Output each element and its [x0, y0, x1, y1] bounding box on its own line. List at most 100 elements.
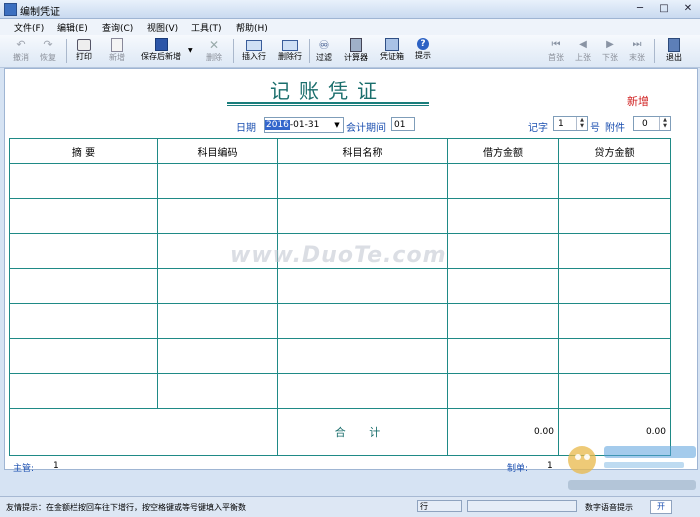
undo-icon: ↶ [16, 38, 26, 51]
account-name-cell[interactable] [277, 198, 448, 234]
new-document-icon [111, 38, 123, 52]
new-button[interactable]: 新增 [99, 37, 135, 65]
voucher-entry-table: 摘 要 科目编码 科目名称 借方金额 贷方金额 合 计 0.00 0.00 [9, 138, 671, 456]
insert-row-button[interactable]: 插入行 [236, 37, 272, 65]
speech-hint-label: 数字语音提示 [585, 503, 633, 512]
summary-cell[interactable] [9, 338, 158, 374]
maximize-button[interactable]: □ [652, 0, 676, 17]
debit-cell[interactable] [447, 268, 559, 304]
summary-cell[interactable] [9, 233, 158, 269]
debit-cell[interactable] [447, 198, 559, 234]
debit-cell[interactable] [447, 233, 559, 269]
binoculars-icon: ♾ [318, 38, 330, 52]
account-name-cell[interactable] [277, 338, 448, 374]
table-row [9, 373, 671, 409]
credit-cell[interactable] [558, 163, 671, 199]
credit-cell[interactable] [558, 233, 671, 269]
date-label: 日期 [236, 123, 256, 134]
account-code-cell[interactable] [157, 198, 278, 234]
site-logo-watermark [568, 446, 696, 490]
column-header-account-code: 科目编码 [157, 138, 278, 164]
summary-cell[interactable] [9, 163, 158, 199]
debit-cell[interactable] [447, 303, 559, 339]
account-name-cell[interactable] [277, 373, 448, 409]
calculator-button[interactable]: 计算器 [338, 37, 374, 65]
credit-cell[interactable] [558, 268, 671, 304]
redo-button[interactable]: ↷ 恢复 [30, 37, 66, 65]
chevron-down-icon[interactable]: ▼ [331, 118, 343, 132]
menu-view[interactable]: 视图(V) [147, 21, 178, 34]
column-header-credit: 贷方金额 [558, 138, 671, 164]
toolbar: ↶ 撤消 ↷ 恢复 打印 新增 保存后新增 ▼ ✕ 删除 插入行 删除行 ♾ 过… [0, 35, 700, 68]
prev-page-icon: ◀ [579, 39, 587, 50]
preparer-label: 制单: [507, 464, 529, 474]
voucher-panel: 记账凭证 新增 日期 2016-01-31 ▼ 会计期间 01 记字 1 ▲ ▼ … [4, 68, 698, 474]
last-page-button[interactable]: ⏭ 末张 [619, 37, 655, 65]
printer-icon [77, 39, 91, 51]
first-page-icon: ⏮ [551, 39, 561, 50]
menu-bar: 文件(F) 编辑(E) 查询(C) 视图(V) 工具(T) 帮助(H) [0, 19, 700, 35]
filter-button[interactable]: ♾ 过滤 [306, 37, 342, 65]
watermark-text: www.DuoTe.com [230, 243, 447, 268]
delete-row-icon [282, 40, 298, 51]
delete-x-icon: ✕ [208, 38, 220, 52]
credit-cell[interactable] [558, 373, 671, 409]
save-icon [154, 38, 168, 51]
stepper-arrows-icon[interactable]: ▲ ▼ [659, 117, 670, 130]
date-text[interactable]: -01-31 [290, 120, 319, 130]
delete-row-button[interactable]: 删除行 [272, 37, 308, 65]
summary-cell[interactable] [9, 373, 158, 409]
column-header-debit: 借方金额 [447, 138, 559, 164]
voucher-number-value[interactable]: 1 [558, 117, 564, 132]
hint-button[interactable]: ? 提示 [405, 37, 441, 65]
speech-toggle[interactable]: 开 [650, 500, 672, 514]
account-name-cell[interactable] [277, 303, 448, 339]
save-dropdown-arrow-icon[interactable]: ▼ [188, 47, 193, 54]
table-row [9, 163, 671, 199]
stepper-arrows-icon[interactable]: ▲ ▼ [576, 117, 587, 130]
menu-help[interactable]: 帮助(H) [236, 21, 268, 34]
menu-query[interactable]: 查询(C) [102, 21, 133, 34]
table-row [9, 198, 671, 234]
account-code-cell[interactable] [157, 338, 278, 374]
credit-cell[interactable] [558, 303, 671, 339]
date-year-selected[interactable]: 2016 [265, 120, 290, 130]
title-underline [227, 102, 429, 104]
delete-button[interactable]: ✕ 删除 [196, 37, 232, 65]
credit-cell[interactable] [558, 198, 671, 234]
summary-cell[interactable] [9, 268, 158, 304]
account-code-cell[interactable] [157, 373, 278, 409]
summary-cell[interactable] [9, 303, 158, 339]
debit-cell[interactable] [447, 373, 559, 409]
account-code-cell[interactable] [157, 268, 278, 304]
print-button[interactable]: 打印 [66, 37, 102, 65]
minimize-button[interactable]: ─ [628, 0, 652, 17]
table-header-row: 摘 要 科目编码 科目名称 借方金额 贷方金额 [9, 138, 671, 164]
close-button[interactable]: ✕ [676, 0, 700, 17]
account-code-cell[interactable] [157, 303, 278, 339]
summary-cell[interactable] [9, 198, 158, 234]
supervisor-value: 1 [53, 461, 59, 471]
attachment-stepper[interactable]: 0 ▲ ▼ [633, 116, 671, 131]
attachment-label: 附件 [605, 123, 625, 134]
voucher-number-stepper[interactable]: 1 ▲ ▼ [553, 116, 588, 131]
debit-cell[interactable] [447, 163, 559, 199]
account-name-cell[interactable] [277, 268, 448, 304]
credit-cell[interactable] [558, 338, 671, 374]
account-name-cell[interactable] [277, 163, 448, 199]
menu-file[interactable]: 文件(F) [14, 21, 44, 34]
account-code-cell[interactable] [157, 163, 278, 199]
debit-cell[interactable] [447, 338, 559, 374]
menu-edit[interactable]: 编辑(E) [57, 21, 88, 34]
period-field[interactable]: 01 [391, 117, 415, 131]
exit-button[interactable]: 退出 [656, 37, 692, 65]
date-picker[interactable]: 2016-01-31 ▼ [264, 117, 344, 133]
app-icon [4, 3, 17, 16]
voucher-word-label: 记字 [528, 123, 548, 134]
menu-tools[interactable]: 工具(T) [191, 21, 222, 34]
total-label: 合 计 [277, 408, 448, 456]
table-row [9, 303, 671, 339]
period-label: 会计期间 [346, 123, 386, 134]
attachment-count[interactable]: 0 [642, 117, 648, 132]
save-new-button[interactable]: 保存后新增 [136, 37, 186, 65]
